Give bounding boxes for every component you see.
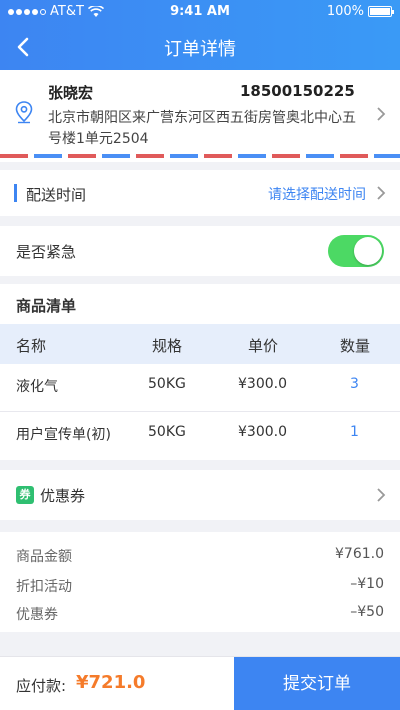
chevron-right-icon [377, 488, 386, 502]
item-qty[interactable]: 1 [350, 424, 359, 440]
goods-title: 商品清单 [16, 297, 77, 315]
coupon-row[interactable]: 券 优惠券 [0, 470, 400, 520]
nav-bar: 订单详情 [0, 24, 400, 70]
coupon-icon: 券 [16, 486, 34, 504]
recipient-name: 张晓宏 [48, 84, 94, 102]
chevron-right-icon [377, 107, 386, 121]
table-row: 用户宣传单(初) 50KG ¥300.0 1 [0, 412, 400, 460]
section-marker [14, 184, 17, 202]
summary-line: 折扣活动 –¥10 [16, 576, 384, 596]
airmail-border [0, 154, 400, 158]
column-header-spec: 规格 [152, 337, 183, 355]
battery-icon [368, 6, 394, 17]
chevron-right-icon [377, 186, 386, 200]
item-spec: 50KG [148, 376, 186, 392]
summary-value: –¥10 [350, 576, 384, 592]
goods-section-header: 商品清单 [0, 284, 400, 324]
address-line: 北京市朝阳区来广营东河区西五街房管奥北中心五号楼1单元2504 [48, 110, 356, 147]
item-qty[interactable]: 3 [350, 376, 359, 392]
toggle-knob [354, 237, 382, 265]
page-title: 订单详情 [164, 39, 236, 60]
status-bar: AT&T 9:41 AM 100% [0, 0, 400, 24]
delivery-time-picker[interactable]: 请选择配送时间 [268, 184, 366, 204]
item-name: 液化气 [16, 379, 58, 395]
recipient-phone: 18500150225 [240, 82, 355, 100]
header: AT&T 9:41 AM 100% 订单详情 [0, 0, 400, 70]
urgent-toggle[interactable] [328, 235, 384, 267]
urgent-row: 是否紧急 [0, 226, 400, 276]
payable-label: 应付款: [16, 677, 67, 695]
battery-percent: 100% [326, 4, 364, 19]
item-price: ¥300.0 [238, 424, 287, 440]
summary-label: 折扣活动 [16, 579, 72, 595]
summary-value: –¥50 [350, 604, 384, 620]
goods-table-header: 名称 规格 单价 数量 [0, 324, 400, 364]
submit-order-button[interactable]: 提交订单 [234, 657, 400, 710]
item-name: 用户宣传单(初) [16, 427, 111, 443]
battery-status: 100% [326, 4, 394, 19]
summary-line: 商品金额 ¥761.0 [16, 546, 384, 566]
column-header-qty: 数量 [340, 337, 371, 355]
table-row: 液化气 50KG ¥300.0 3 [0, 364, 400, 412]
delivery-time-label: 配送时间 [26, 186, 87, 204]
item-spec: 50KG [148, 424, 186, 440]
checkout-bar: 应付款: ¥721.0 提交订单 [0, 656, 400, 710]
delivery-time-row[interactable]: 配送时间 请选择配送时间 [0, 170, 400, 216]
summary-line: 优惠券 –¥50 [16, 604, 384, 624]
summary-value: ¥761.0 [335, 546, 384, 562]
location-pin-icon [15, 101, 33, 124]
payable-amount: ¥721.0 [76, 672, 146, 693]
price-summary: 商品金额 ¥761.0 折扣活动 –¥10 优惠券 –¥50 [0, 532, 400, 632]
summary-label: 商品金额 [16, 549, 72, 565]
column-header-name: 名称 [16, 337, 47, 355]
urgent-label: 是否紧急 [16, 243, 77, 261]
address-card[interactable]: 张晓宏 18500150225 北京市朝阳区来广营东河区西五街房管奥北中心五号楼… [0, 70, 400, 162]
summary-label: 优惠券 [16, 607, 58, 623]
column-header-price: 单价 [248, 337, 279, 355]
coupon-label: 优惠券 [40, 487, 86, 505]
item-price: ¥300.0 [238, 376, 287, 392]
